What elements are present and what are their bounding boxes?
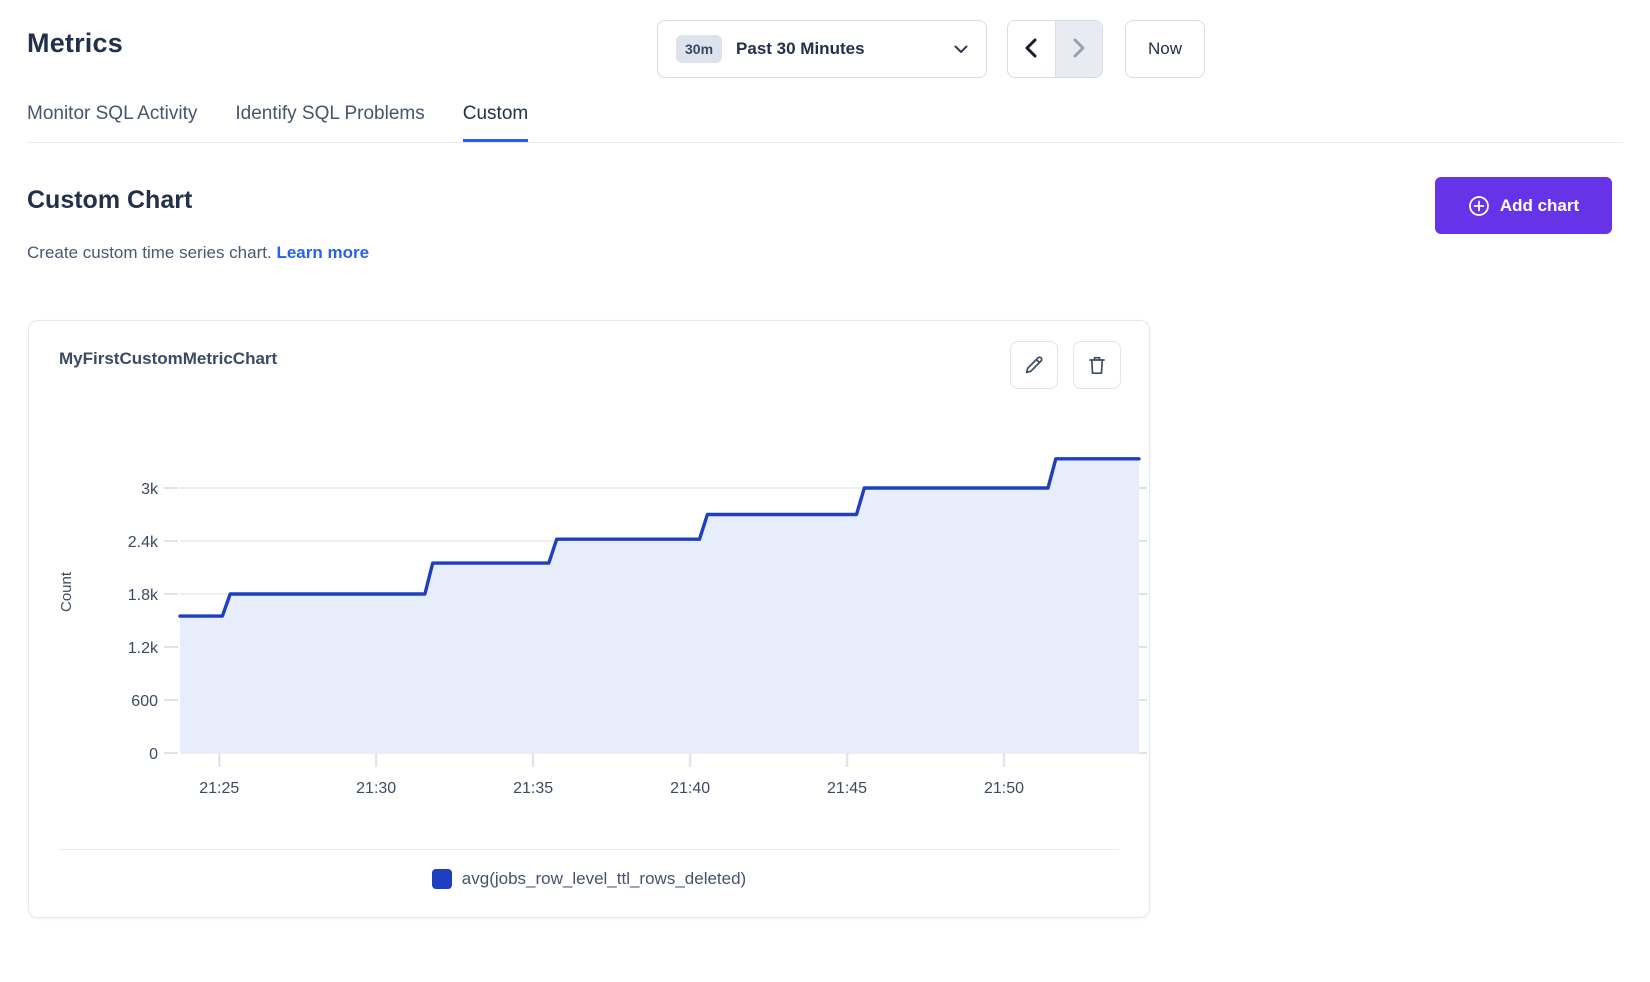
tab-identify-sql-problems[interactable]: Identify SQL Problems xyxy=(235,102,424,143)
time-range-label: Past 30 Minutes xyxy=(736,39,865,59)
next-time-button[interactable] xyxy=(1055,21,1102,77)
time-range-badge: 30m xyxy=(676,35,722,63)
page-title: Metrics xyxy=(27,28,123,59)
section-description: Create custom time series chart. Learn m… xyxy=(27,243,369,263)
svg-text:21:35: 21:35 xyxy=(513,780,553,797)
legend-label: avg(jobs_row_level_ttl_rows_deleted) xyxy=(462,869,746,889)
chevron-left-icon xyxy=(1024,38,1038,61)
svg-text:21:45: 21:45 xyxy=(827,780,867,797)
now-button[interactable]: Now xyxy=(1125,20,1205,78)
legend-swatch xyxy=(432,869,452,889)
tab-custom[interactable]: Custom xyxy=(463,102,528,143)
metrics-page: Metrics 30m Past 30 Minutes Now Monitor … xyxy=(0,0,1650,982)
tab-monitor-sql-activity[interactable]: Monitor SQL Activity xyxy=(27,102,197,143)
svg-text:0: 0 xyxy=(149,746,158,763)
svg-text:3k: 3k xyxy=(141,481,159,498)
card-divider xyxy=(59,849,1119,850)
section-description-text: Create custom time series chart. xyxy=(27,243,272,262)
svg-text:Count: Count xyxy=(58,571,75,612)
plus-circle-icon xyxy=(1468,195,1490,217)
chart-legend-item[interactable]: avg(jobs_row_level_ttl_rows_deleted) xyxy=(29,869,1149,889)
svg-text:21:50: 21:50 xyxy=(984,780,1024,797)
learn-more-link[interactable]: Learn more xyxy=(276,243,369,262)
svg-text:1.8k: 1.8k xyxy=(128,587,159,604)
svg-text:1.2k: 1.2k xyxy=(128,640,159,657)
tabs-divider xyxy=(27,142,1623,143)
svg-text:21:25: 21:25 xyxy=(199,780,239,797)
custom-chart-card: MyFirstCustomMetricChart 06001.2k1.8k2.4… xyxy=(28,320,1150,918)
add-chart-label: Add chart xyxy=(1500,196,1579,216)
time-nav-arrows xyxy=(1007,20,1103,78)
chevron-down-icon xyxy=(954,45,968,54)
svg-text:21:30: 21:30 xyxy=(356,780,396,797)
tab-bar: Monitor SQL Activity Identify SQL Proble… xyxy=(27,102,528,143)
time-series-chart: 0 600 1.2k 1.8k 2.4k 3k 21:25 21:30 21:35 21:40 21… xyxy=(29,321,1151,821)
section-title: Custom Chart xyxy=(27,186,192,215)
add-chart-button[interactable]: Add chart xyxy=(1435,177,1612,234)
previous-time-button[interactable] xyxy=(1008,21,1055,77)
svg-text:600: 600 xyxy=(131,693,158,710)
svg-text:2.4k: 2.4k xyxy=(128,534,159,551)
chevron-right-icon xyxy=(1072,38,1086,61)
time-range-dropdown[interactable]: 30m Past 30 Minutes xyxy=(657,20,987,78)
svg-text:21:40: 21:40 xyxy=(670,780,710,797)
